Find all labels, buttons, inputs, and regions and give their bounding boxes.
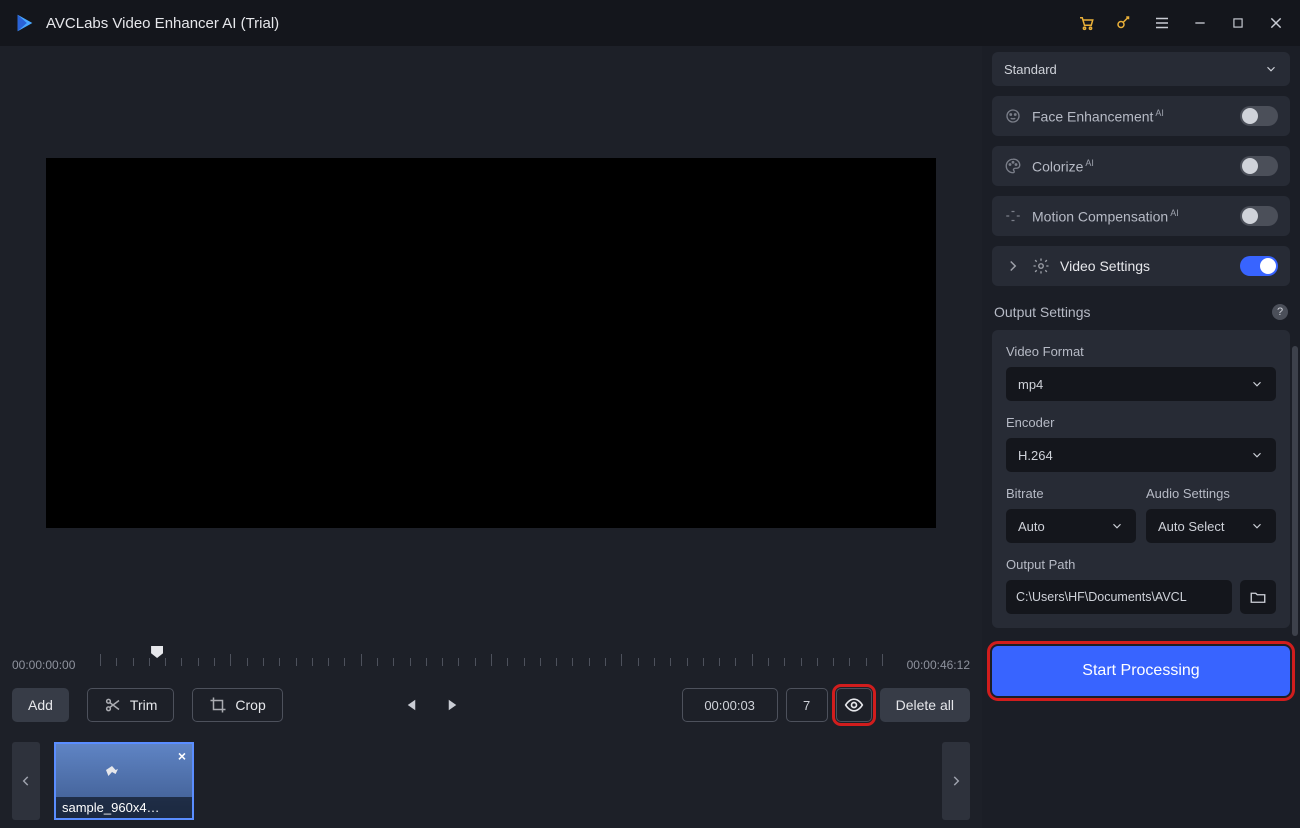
output-path-input[interactable]: C:\Users\HF\Documents\AVCL: [1006, 580, 1232, 614]
editor-pane: 00:00:00:00 00:00:46:12 Add Trim Crop: [0, 46, 982, 828]
colorize-toggle[interactable]: [1240, 156, 1278, 176]
face-enhancement-label: Face EnhancementAI: [1032, 108, 1230, 125]
bitrate-select[interactable]: Auto: [1006, 509, 1136, 543]
preview-area: [0, 46, 982, 640]
tray-prev-button[interactable]: [12, 742, 40, 820]
audio-settings-label: Audio Settings: [1146, 486, 1276, 501]
clip-remove-icon[interactable]: ×: [178, 748, 186, 764]
clip-filename: sample_960x4…: [56, 797, 192, 818]
add-button[interactable]: Add: [12, 688, 69, 722]
motion-comp-toggle[interactable]: [1240, 206, 1278, 226]
panel-scrollbar[interactable]: [1292, 346, 1298, 636]
audio-settings-select[interactable]: Auto Select: [1146, 509, 1276, 543]
menu-icon[interactable]: [1152, 13, 1172, 33]
bitrate-label: Bitrate: [1006, 486, 1136, 501]
video-format-label: Video Format: [1006, 344, 1276, 359]
encoder-select[interactable]: H.264: [1006, 438, 1276, 472]
tray-next-button[interactable]: [942, 742, 970, 820]
time-end: 00:00:46:12: [907, 658, 970, 672]
timeline[interactable]: 00:00:00:00 00:00:46:12: [0, 640, 982, 676]
gear-icon: [1032, 257, 1050, 275]
face-icon: [1004, 107, 1022, 125]
output-settings-header: Output Settings ?: [994, 304, 1288, 320]
current-time-input[interactable]: 00:00:03: [682, 688, 778, 722]
motion-comp-row: Motion CompensationAI: [992, 196, 1290, 236]
app-logo: [14, 12, 36, 34]
prev-frame-icon[interactable]: [400, 695, 420, 715]
palette-icon: [1004, 157, 1022, 175]
toolbar: Add Trim Crop 00:00:03 7: [0, 676, 982, 734]
encoder-label: Encoder: [1006, 415, 1276, 430]
video-preview[interactable]: [46, 158, 936, 528]
face-enhancement-toggle[interactable]: [1240, 106, 1278, 126]
playhead[interactable]: [151, 646, 163, 658]
maximize-icon[interactable]: [1228, 13, 1248, 33]
frame-input[interactable]: 7: [786, 688, 828, 722]
video-format-select[interactable]: mp4: [1006, 367, 1276, 401]
colorize-label: ColorizeAI: [1032, 158, 1230, 175]
app-title: AVCLabs Video Enhancer AI (Trial): [46, 15, 1076, 32]
colorize-row: ColorizeAI: [992, 146, 1290, 186]
help-icon[interactable]: ?: [1272, 304, 1288, 320]
key-icon[interactable]: [1114, 13, 1134, 33]
close-icon[interactable]: [1266, 13, 1286, 33]
video-settings-toggle[interactable]: [1240, 256, 1278, 276]
motion-icon: [1004, 207, 1022, 225]
chevron-right-icon: [1004, 257, 1022, 275]
output-settings-card: Video Format mp4 Encoder H.264 Bitrate A…: [992, 330, 1290, 628]
motion-comp-label: Motion CompensationAI: [1032, 208, 1230, 225]
clip-tray: × sample_960x4…: [0, 734, 982, 828]
minimize-icon[interactable]: [1190, 13, 1210, 33]
next-frame-icon[interactable]: [444, 695, 464, 715]
video-settings-label: Video Settings: [1060, 258, 1230, 274]
chevron-down-icon: [1264, 62, 1278, 76]
time-start: 00:00:00:00: [12, 658, 75, 672]
titlebar: AVCLabs Video Enhancer AI (Trial): [0, 0, 1300, 46]
trim-button[interactable]: Trim: [87, 688, 174, 722]
start-processing-button[interactable]: Start Processing: [992, 646, 1290, 696]
clip-thumbnail[interactable]: × sample_960x4…: [54, 742, 194, 820]
face-enhancement-row: Face EnhancementAI: [992, 96, 1290, 136]
crop-button[interactable]: Crop: [192, 688, 282, 722]
timeline-ruler[interactable]: [100, 652, 882, 666]
preview-eye-button[interactable]: [836, 688, 872, 722]
quality-select[interactable]: Standard: [992, 52, 1290, 86]
output-path-label: Output Path: [1006, 557, 1276, 572]
browse-folder-button[interactable]: [1240, 580, 1276, 614]
delete-all-button[interactable]: Delete all: [880, 688, 970, 722]
cart-icon[interactable]: [1076, 13, 1096, 33]
settings-panel: Standard Face EnhancementAI ColorizeAI M…: [982, 46, 1300, 828]
video-settings-row[interactable]: Video Settings: [992, 246, 1290, 286]
